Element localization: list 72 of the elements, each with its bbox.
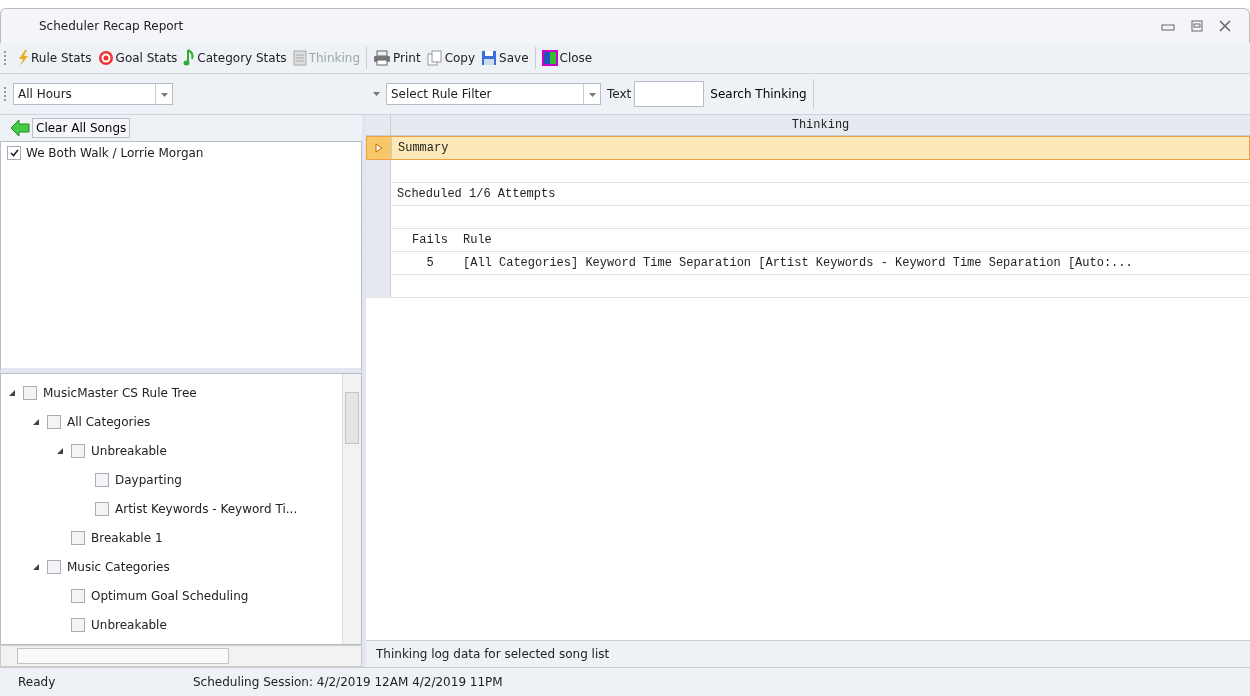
dropdown-arrow-icon <box>588 93 596 97</box>
checkbox[interactable] <box>7 146 21 160</box>
checkbox[interactable] <box>47 414 61 429</box>
tree-item-label[interactable]: Unbreakable <box>91 617 167 632</box>
lightning-icon <box>17 50 29 66</box>
table-cell: Scheduled 1/6 Attempts <box>397 187 556 201</box>
checkbox[interactable] <box>71 588 85 603</box>
toolbar-button[interactable]: Rule Stats <box>15 48 94 68</box>
row-header[interactable] <box>366 229 391 251</box>
toolbar-button[interactable]: Print <box>371 48 423 68</box>
expand-triangle-icon[interactable] <box>56 446 64 455</box>
checkbox[interactable] <box>71 530 85 545</box>
table-cell: Summary <box>398 141 449 155</box>
checkbox[interactable] <box>95 472 109 487</box>
back-arrow-icon[interactable] <box>10 119 30 137</box>
row-pointer-icon <box>375 143 383 153</box>
tree-item-label[interactable]: Music Categories <box>67 559 170 574</box>
row-header[interactable] <box>366 183 391 205</box>
text-input-field[interactable] <box>634 81 705 107</box>
row-header[interactable] <box>367 137 392 159</box>
tree-item-label[interactable]: All Categories <box>67 414 151 429</box>
rule-filter-dropdown[interactable]: Select Rule Filter <box>386 83 601 105</box>
checkbox[interactable] <box>95 501 109 516</box>
maximize-icon[interactable] <box>1191 20 1203 32</box>
table-cell-text: 5 <box>425 256 435 270</box>
window-title: Scheduler Recap Report <box>39 19 184 33</box>
row-header[interactable] <box>366 252 391 274</box>
text-label: Text <box>607 87 632 101</box>
session-text: Scheduling Session: 4/2/2019 12AM 4/2/2019 11PM <box>193 675 503 689</box>
toolbar-button[interactable]: Copy <box>424 48 478 68</box>
toolbar-button[interactable]: Close <box>539 48 595 68</box>
checkbox[interactable] <box>71 617 85 632</box>
toolbar-button[interactable]: Save <box>479 48 531 68</box>
table-cell: [All Categories] Keyword Time Separation [Artist Keywords - Keyword Time Separation [Auto:... <box>463 256 1133 270</box>
tree-item-label[interactable]: MusicMaster CS Rule Tree <box>43 385 197 400</box>
hours-dropdown[interactable]: All Hours <box>13 83 173 105</box>
clear-all-songs-button[interactable]: Clear All Songs <box>32 118 131 138</box>
toolbar-button[interactable]: Goal Stats <box>95 48 180 68</box>
music-note-icon <box>183 49 196 67</box>
column-header: Thinking <box>790 117 851 134</box>
expand-triangle-icon[interactable] <box>32 562 40 571</box>
checkbox[interactable] <box>23 385 37 400</box>
tree-item-label[interactable]: Dayparting <box>115 472 182 487</box>
dropdown-arrow-icon[interactable] <box>373 92 380 96</box>
toolbar-button[interactable]: Category Stats <box>181 47 289 69</box>
row-header[interactable] <box>366 206 391 228</box>
horizontal-scrollbar[interactable] <box>0 645 362 667</box>
status-text: Ready <box>18 675 57 689</box>
grid-status-text: Thinking log data for selected song list <box>376 647 610 661</box>
search-thinking-button[interactable]: Search Thinking <box>704 79 814 109</box>
tree-item-label[interactable]: Optimum Goal Scheduling <box>91 588 249 603</box>
table-cell: Rule <box>463 233 492 247</box>
vertical-scrollbar[interactable] <box>342 374 361 644</box>
checkbox[interactable] <box>71 443 85 458</box>
song-label: We Both Walk / Lorrie Morgan <box>26 146 204 160</box>
row-header[interactable] <box>366 275 391 297</box>
tree-item-label[interactable]: Artist Keywords - Keyword Ti... <box>115 501 298 516</box>
close-icon[interactable] <box>1219 20 1231 32</box>
row-header[interactable] <box>366 160 391 182</box>
tree-item-label[interactable]: Unbreakable <box>91 443 167 458</box>
tree-item-label[interactable]: Breakable 1 <box>91 530 163 545</box>
copy-icon <box>426 50 443 66</box>
target-icon <box>97 50 114 66</box>
dropdown-arrow-icon <box>160 93 168 97</box>
exit-door-icon <box>541 50 558 66</box>
printer-icon <box>373 50 391 66</box>
minimize-icon[interactable] <box>1161 21 1175 31</box>
document-icon <box>292 50 307 66</box>
expand-triangle-icon[interactable] <box>32 417 40 426</box>
checkbox[interactable] <box>47 559 61 574</box>
table-cell-text: Fails <box>411 233 449 247</box>
expand-triangle-icon[interactable] <box>8 388 16 397</box>
